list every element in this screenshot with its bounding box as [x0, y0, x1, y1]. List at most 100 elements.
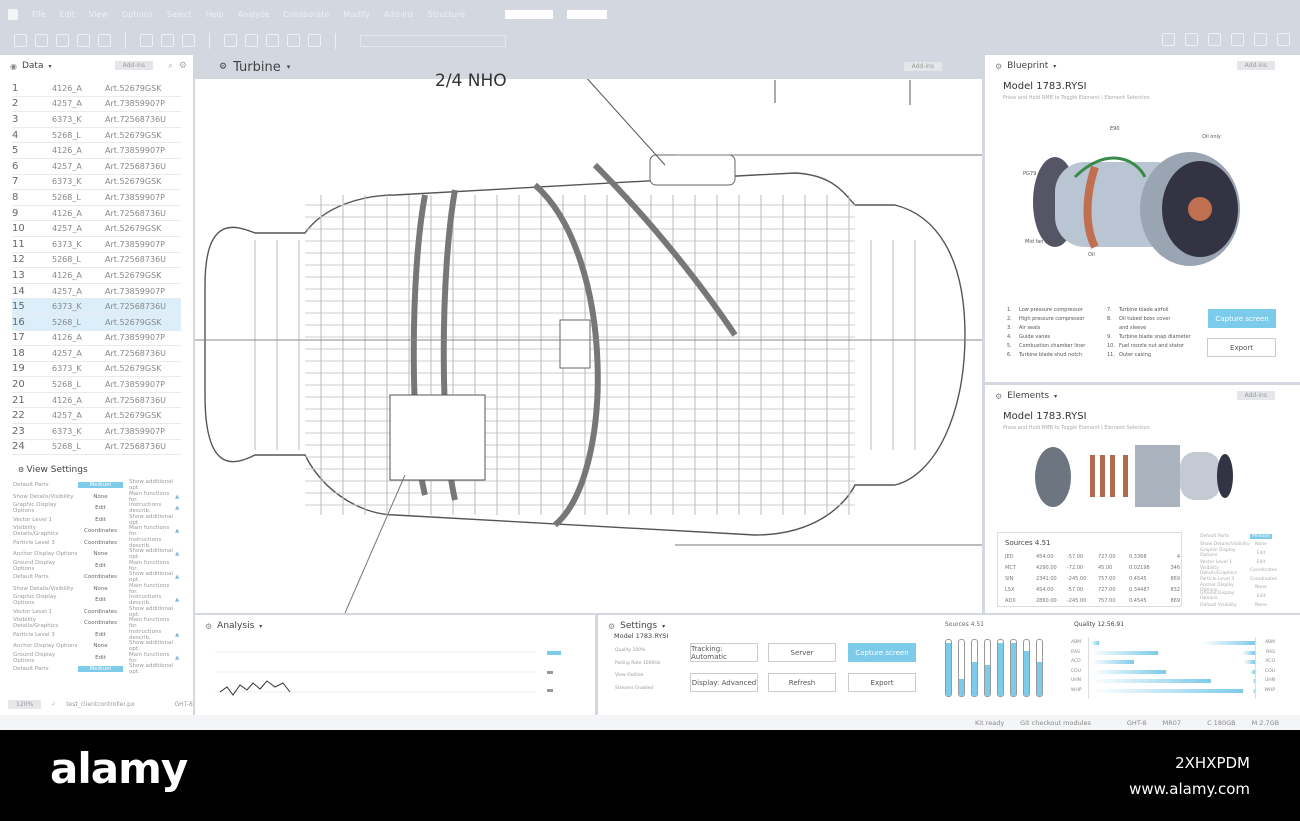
- server-button[interactable]: Server: [768, 643, 836, 662]
- setting-row[interactable]: Default Parts Medium Show additional opt.: [0, 663, 193, 675]
- table-row[interactable]: 11 6373_K Art.73859907P: [12, 237, 181, 253]
- table-row[interactable]: 22 4257_A Art.52679GSK: [12, 408, 181, 425]
- tool-icon[interactable]: [308, 34, 321, 47]
- display-button[interactable]: Display: Advanced: [690, 673, 758, 692]
- setting-value[interactable]: Medium: [78, 666, 123, 672]
- menu-field[interactable]: [505, 9, 553, 19]
- slider-track[interactable]: [945, 639, 952, 697]
- tool-icon[interactable]: [1162, 33, 1175, 46]
- menu-item[interactable]: File: [32, 10, 45, 19]
- menu-item[interactable]: View: [89, 10, 108, 19]
- capture-screen-button[interactable]: Capture screen: [1208, 309, 1276, 328]
- tool-icon[interactable]: [1277, 33, 1290, 46]
- setting-value[interactable]: Coordinates: [78, 620, 123, 626]
- setting-value[interactable]: Medium: [78, 482, 123, 488]
- table-row[interactable]: 9 4126_A Art.72568736U: [12, 206, 181, 222]
- tool-icon[interactable]: [1185, 33, 1198, 46]
- menu-item[interactable]: Add-Ins: [384, 10, 414, 19]
- tool-icon[interactable]: [140, 34, 153, 47]
- setting-row[interactable]: Ground Display Options Edit: [1200, 591, 1272, 601]
- tool-icon[interactable]: [224, 34, 237, 47]
- setting-value[interactable]: Medium: [1250, 533, 1272, 539]
- setting-row[interactable]: Particle Level 3 Coordinates Instructions …: [0, 537, 193, 549]
- addins-button[interactable]: Add-ins: [1236, 61, 1275, 70]
- setting-row[interactable]: Graphic Display Options Edit Instructions …: [0, 594, 193, 606]
- table-row[interactable]: 5 4126_A Art.73859907P: [12, 143, 181, 159]
- table-row[interactable]: 21 4126_A Art.72568736U: [12, 393, 181, 409]
- tool-icon[interactable]: [1231, 33, 1244, 46]
- table-row[interactable]: 15 6373_K Art.72568736U: [12, 299, 181, 315]
- setting-value[interactable]: Coordinates: [78, 609, 123, 615]
- tracking-button[interactable]: Tracking: Automatic: [690, 643, 758, 662]
- gear-icon[interactable]: ⚙: [179, 61, 187, 71]
- setting-value[interactable]: Edit: [1250, 560, 1272, 565]
- table-row[interactable]: 24 5268_L Art.72568736U: [12, 440, 181, 456]
- addins-button[interactable]: Add-ins: [114, 61, 153, 70]
- table-row[interactable]: 19 6373_K Art.52679GSK: [12, 362, 181, 378]
- export-button[interactable]: Export: [1207, 338, 1276, 357]
- tool-icon[interactable]: [35, 34, 48, 47]
- setting-row[interactable]: Show Details/Visibility None Main function…: [0, 583, 193, 595]
- setting-row[interactable]: Graphic Display Options Edit Instructions …: [0, 502, 193, 514]
- setting-row[interactable]: Particle Level 3 Edit Instructions describ…: [0, 629, 193, 641]
- tool-icon[interactable]: [98, 34, 111, 47]
- table-row[interactable]: 6 4257_A Art.72568736U: [12, 159, 181, 175]
- table-row[interactable]: 10 4257_A Art.52679GSK: [12, 221, 181, 237]
- setting-row[interactable]: Visibility Details/Graphics Coordinates Ma…: [0, 617, 193, 629]
- slider-track[interactable]: [971, 639, 978, 697]
- tool-icon[interactable]: [266, 34, 279, 47]
- table-row[interactable]: 7 6373_K Art.52679GSK: [12, 175, 181, 191]
- setting-value[interactable]: Edit: [78, 563, 123, 569]
- slider-track[interactable]: [984, 639, 991, 697]
- setting-row[interactable]: Visibility Details/Graphics Coordinates: [1200, 566, 1277, 576]
- table-row[interactable]: 2 4257_A Art.73859907P: [12, 97, 181, 113]
- setting-value[interactable]: Edit: [78, 655, 123, 661]
- setting-row[interactable]: Graphic Display Options Edit: [1200, 548, 1272, 558]
- refresh-button[interactable]: Refresh: [768, 673, 836, 692]
- menu-item[interactable]: Options: [122, 10, 153, 19]
- table-row[interactable]: 1 4126_A Art.52679GSK: [12, 81, 181, 97]
- setting-value[interactable]: None: [1250, 603, 1272, 608]
- setting-row[interactable]: Show Details/Visibility None Main function…: [0, 491, 193, 503]
- menu-field[interactable]: [567, 9, 607, 19]
- setting-row[interactable]: Vector Level 1 Coordinates Show additional…: [0, 606, 193, 618]
- slider-track[interactable]: [1010, 639, 1017, 697]
- setting-value[interactable]: None: [78, 586, 123, 592]
- setting-value[interactable]: Edit: [78, 632, 123, 638]
- tool-icon[interactable]: [1208, 33, 1221, 46]
- setting-row[interactable]: Ground Display Options Edit Main functions…: [0, 560, 193, 572]
- tool-icon[interactable]: [287, 34, 300, 47]
- setting-row[interactable]: Default Parts Coordinates Show additional …: [0, 571, 193, 583]
- tool-icon[interactable]: [1254, 33, 1267, 46]
- menu-item[interactable]: Structure: [428, 10, 465, 19]
- table-row[interactable]: 12 5268_L Art.72568736U: [12, 253, 181, 269]
- setting-value[interactable]: Edit: [78, 505, 123, 511]
- setting-row[interactable]: Visibility Details/Graphics Coordinates Ma…: [0, 525, 193, 537]
- slider-track[interactable]: [997, 639, 1004, 697]
- turbine-viewport[interactable]: ⚙ Turbine ▾ Add-ins 2/4 NHO: [195, 55, 982, 613]
- setting-value[interactable]: None: [1250, 542, 1272, 547]
- tool-icon[interactable]: [182, 34, 195, 47]
- setting-row[interactable]: Ground Display Options Edit Main functions…: [0, 652, 193, 664]
- toolbar-search-input[interactable]: [360, 34, 506, 47]
- setting-value[interactable]: Edit: [1250, 594, 1272, 599]
- setting-row[interactable]: Vector Level 1 Edit Show additional opt.: [0, 514, 193, 526]
- setting-value[interactable]: None: [78, 494, 123, 500]
- setting-value[interactable]: None: [78, 643, 123, 649]
- slider-track[interactable]: [958, 639, 965, 697]
- slider-track[interactable]: [1023, 639, 1030, 697]
- setting-value[interactable]: Edit: [1250, 551, 1272, 556]
- setting-value[interactable]: None: [1250, 585, 1272, 590]
- tool-icon[interactable]: [14, 34, 27, 47]
- zoom-select[interactable]: 120%: [8, 700, 42, 709]
- setting-row[interactable]: Anchor Display Options None Show additiona…: [0, 548, 193, 560]
- git-status[interactable]: Git checkout modules: [1020, 719, 1091, 727]
- tool-icon[interactable]: [77, 34, 90, 47]
- export-button[interactable]: Export: [848, 673, 916, 692]
- setting-row[interactable]: Anchor Display Options None Show additiona…: [0, 640, 193, 652]
- setting-value[interactable]: Edit: [78, 517, 123, 523]
- menu-item[interactable]: Analyze: [238, 10, 270, 19]
- setting-row[interactable]: Default Parts Medium Show additional opt.: [0, 479, 193, 491]
- table-row[interactable]: 8 5268_L Art.73859907P: [12, 190, 181, 206]
- table-row[interactable]: 16 5268_L Art.52679GSK: [12, 314, 181, 331]
